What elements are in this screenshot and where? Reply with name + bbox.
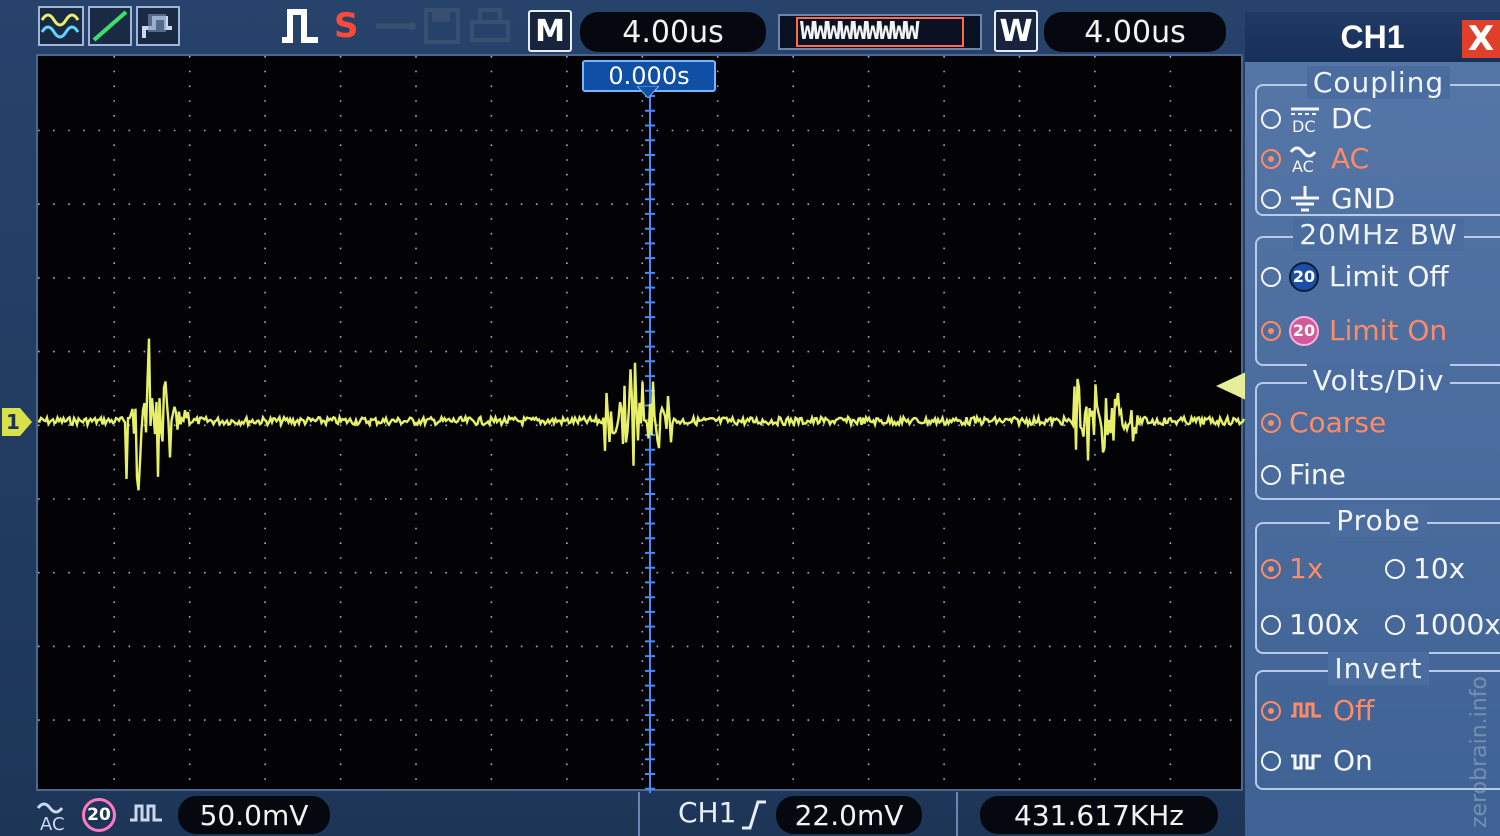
volts-coarse-label: Coarse (1289, 406, 1387, 439)
math-mode-icon[interactable] (136, 6, 180, 46)
radio-icon (1261, 412, 1281, 433)
probe-10x-label: 10x (1413, 552, 1466, 585)
radio-icon (1261, 320, 1281, 341)
waveform-display-icon[interactable] (38, 6, 84, 46)
invert-off-indicator-icon (130, 804, 162, 822)
svg-text:DC: DC (1292, 117, 1316, 134)
radio-icon (1261, 148, 1281, 169)
radio-icon (1261, 700, 1281, 721)
probe-10x-option[interactable]: 10x (1385, 552, 1465, 585)
rising-edge-icon (742, 800, 766, 830)
channel-1-trace (38, 338, 1245, 491)
radio-icon (1385, 558, 1405, 579)
channel-settings-panel: CH1 X Coupling DC DC AC AC GND 20MHz BW … (1245, 12, 1500, 836)
inverted-wave-icon (1289, 750, 1323, 772)
coupling-ac-option[interactable]: AC AC (1261, 142, 1369, 175)
radio-icon (1261, 188, 1281, 209)
trigger-edge-icon (282, 9, 318, 43)
coupling-dc-option[interactable]: DC DC (1261, 102, 1372, 135)
radio-icon (1385, 614, 1405, 635)
xy-mode-icon[interactable] (88, 6, 132, 46)
coupling-gnd-option[interactable]: GND (1261, 182, 1395, 215)
bw-20-icon: 20 (1289, 261, 1319, 292)
radio-icon (1261, 614, 1281, 635)
volts-div-group: Volts/Div Coarse Fine (1255, 364, 1500, 500)
probe-title: Probe (1257, 504, 1500, 537)
coupling-title: Coupling (1257, 66, 1500, 99)
save-icon[interactable] (422, 6, 462, 46)
trigger-level-readout[interactable]: 22.0mV (776, 796, 922, 834)
probe-100x-label: 100x (1289, 608, 1360, 641)
oscilloscope-screen: S M 4.00us WWWWWWWWW W 4.00us 0.000s 1 A… (0, 0, 1500, 836)
bottom-status-bar: AC 20 50.0mV CH1 22.0mV 431.617KHz (0, 792, 1245, 836)
volts-div-title: Volts/Div (1257, 364, 1500, 397)
status-divider (638, 792, 640, 836)
radio-icon (1261, 558, 1281, 579)
window-timebase-button[interactable]: W (994, 10, 1038, 52)
svg-text:AC: AC (40, 814, 65, 834)
ac-coupling-icon: AC (1289, 144, 1321, 174)
bw-20-icon: 20 (1289, 315, 1319, 346)
ch1-volts-div-readout[interactable]: 50.0mV (178, 796, 330, 834)
bw-limit-off-label: Limit Off (1329, 260, 1449, 293)
window-timebase-value: 4.00us (1044, 12, 1226, 52)
bw-limit-off-option[interactable]: 20 Limit Off (1261, 260, 1449, 293)
dc-coupling-icon: DC (1289, 104, 1321, 134)
main-timebase-button[interactable]: M (528, 10, 572, 52)
ac-coupling-indicator-icon: AC (36, 802, 65, 834)
watermark: zerobrain.info (1467, 676, 1492, 828)
coupling-group: Coupling DC DC AC AC GND (1255, 66, 1500, 216)
volts-fine-label: Fine (1289, 458, 1346, 491)
invert-off-option[interactable]: Off (1261, 694, 1374, 727)
waveform-grid[interactable] (36, 54, 1245, 793)
channel-1-marker-label: 1 (6, 410, 20, 434)
bw-limit-on-label: Limit On (1329, 314, 1448, 347)
ground-icon (1289, 184, 1321, 214)
bw-limit-on-option[interactable]: 20 Limit On (1261, 314, 1447, 347)
svg-text:zerobrain.info: zerobrain.info (1467, 676, 1492, 828)
probe-1x-label: 1x (1289, 552, 1324, 585)
radio-icon (1261, 750, 1281, 771)
svg-text:AC: AC (1292, 157, 1314, 174)
probe-1x-option[interactable]: 1x (1261, 552, 1323, 585)
radio-icon (1261, 464, 1281, 485)
volts-fine-option[interactable]: Fine (1261, 458, 1346, 491)
trigger-state-label: S (334, 6, 359, 46)
probe-100x-option[interactable]: 100x (1261, 608, 1359, 641)
usb-icon (376, 22, 416, 30)
bandwidth-group: 20MHz BW 20 Limit Off 20 Limit On (1255, 218, 1500, 366)
volts-coarse-option[interactable]: Coarse (1261, 406, 1386, 439)
coupling-gnd-label: GND (1331, 182, 1396, 215)
radio-icon (1261, 266, 1281, 287)
bandwidth-title: 20MHz BW (1257, 218, 1500, 251)
memory-waveform-label: WWWWWWWWW (800, 16, 919, 45)
coupling-ac-label: AC (1331, 142, 1370, 175)
status-divider-2 (956, 792, 958, 836)
main-timebase-value: 4.00us (580, 12, 766, 52)
grid-graticule (38, 56, 1245, 793)
coupling-dc-label: DC (1331, 102, 1373, 135)
top-toolbar: S M 4.00us WWWWWWWWW W 4.00us (0, 0, 1245, 56)
memory-waveform-indicator: WWWWWWWWW (778, 14, 982, 50)
invert-on-label: On (1333, 744, 1373, 777)
print-icon[interactable] (468, 6, 512, 46)
bw-limit-badge: 20 (82, 798, 116, 832)
normal-wave-icon (1289, 700, 1323, 722)
radio-icon (1261, 108, 1281, 129)
panel-title-text: CH1 (1340, 18, 1405, 55)
frequency-readout: 431.617KHz (980, 796, 1218, 834)
invert-on-option[interactable]: On (1261, 744, 1373, 777)
invert-off-label: Off (1333, 694, 1375, 727)
trigger-level-marker[interactable] (1216, 372, 1246, 400)
trigger-source-label: CH1 (678, 796, 737, 829)
trigger-position-pointer (637, 86, 659, 98)
close-panel-button[interactable]: X (1462, 19, 1500, 59)
